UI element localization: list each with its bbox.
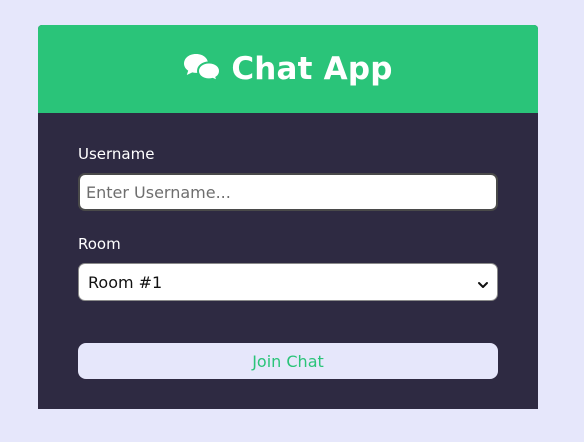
comments-icon <box>183 52 222 83</box>
card-header: Chat App <box>38 25 538 113</box>
username-label: Username <box>78 145 155 163</box>
room-select[interactable]: Room #1 <box>78 263 498 301</box>
room-label: Room <box>78 235 121 253</box>
username-input[interactable] <box>78 173 498 211</box>
room-select-value: Room #1 <box>88 272 163 292</box>
join-chat-card: Chat App Username Room Room #1 Join Chat <box>38 25 538 409</box>
join-chat-button[interactable]: Join Chat <box>78 343 498 379</box>
app-title: Chat App <box>231 51 393 87</box>
chevron-down-icon <box>477 276 489 288</box>
